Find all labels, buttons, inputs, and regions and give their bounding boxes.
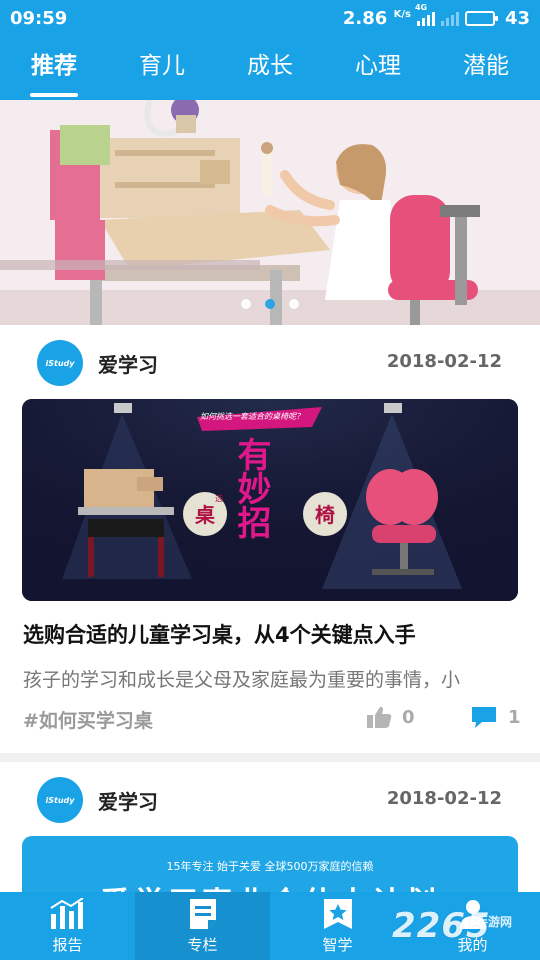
like-count: 0 [402,706,415,728]
article-title[interactable]: 选购合适的儿童学习桌，从4个关键点入手 [23,619,523,649]
publish-date: 2018-02-12 [386,351,502,372]
thumbs-up-icon [367,706,392,728]
battery-icon [464,10,498,26]
carousel-dot[interactable] [241,299,251,309]
article-card[interactable]: iStudy 爱学习 2018-02-12 如何挑选一套适合的桌椅呢？ 有妙招 … [0,325,540,753]
status-time: 09:59 [10,7,68,29]
article-cover-image[interactable]: 如何挑选一套适合的桌椅呢？ 有妙招 桌 椅 选 [22,399,518,601]
tab-potential[interactable]: 潜能 [432,36,540,100]
carousel-indicators [241,299,299,309]
nav-smart-learning[interactable]: 智学 [270,892,405,960]
site-watermark: 2265 手游网 [392,900,540,960]
star-bookmark-icon [323,898,352,929]
comment-button[interactable]: 1 [470,705,521,729]
tab-growth[interactable]: 成长 [216,36,324,100]
publish-date: 2018-02-12 [386,788,502,809]
carousel-dot[interactable] [289,299,299,309]
cover-caption: 如何挑选一套适合的桌椅呢？ [200,412,304,421]
watermark-subtitle: 手游网 [476,915,513,929]
tab-parenting[interactable]: 育儿 [108,36,216,100]
comment-bubble-icon [472,707,496,728]
article-header: iStudy 爱学习 2018-02-12 [0,762,540,836]
author-avatar[interactable]: iStudy [37,777,83,823]
bar-chart-icon [49,897,84,929]
cover-heading: 有妙招 [231,437,271,539]
article-tag[interactable]: #如何买学习桌 [23,706,153,733]
network-speed: 2.86 K/s [343,8,411,29]
article-summary: 孩子的学习和成长是父母及家庭最为重要的事情，小 [23,669,461,691]
cover-select-label: 选 [215,494,223,503]
nav-report[interactable]: 报告 [0,892,135,960]
document-icon [189,898,216,929]
battery-percent: 43 [504,7,530,29]
tab-psychology[interactable]: 心理 [324,36,432,100]
category-tabs: 推荐 育儿 成长 心理 潜能 [0,36,540,100]
nav-smart-learning-label: 智学 [322,935,353,954]
nav-column-label: 专栏 [187,935,218,954]
comment-count: 1 [508,706,521,728]
status-indicators: 2.86 K/s 4G 43 [343,3,530,29]
network-speed-value: 2.86 [342,7,388,29]
app-screen: 09:59 2.86 K/s 4G 43 推荐 育儿 成长 心理 潜能 iStu… [0,0,540,960]
status-bar: 09:59 2.86 K/s 4G 43 [0,0,540,36]
like-button[interactable]: 0 [366,705,415,729]
carousel-dot-active[interactable] [265,299,275,309]
nav-report-label: 报告 [52,935,83,954]
banner-image [0,100,540,325]
nav-column[interactable]: 专栏 [135,892,270,960]
author-name[interactable]: 爱学习 [98,349,158,378]
banner-carousel[interactable] [0,100,540,325]
article-header: iStudy 爱学习 2018-02-12 [0,325,540,399]
network-type-label: 4G [414,3,428,12]
signal-4g-icon: 4G [415,3,435,26]
cover-slogan: 15年专注 始于关爱 全球500万家庭的信赖 [166,860,374,873]
cover-chair-label: 椅 [315,503,335,527]
author-avatar[interactable]: iStudy [37,340,83,386]
tab-recommend[interactable]: 推荐 [0,36,108,100]
author-name[interactable]: 爱学习 [98,786,158,815]
network-speed-unit: K/s [393,8,411,20]
signal-secondary-icon [440,10,459,26]
